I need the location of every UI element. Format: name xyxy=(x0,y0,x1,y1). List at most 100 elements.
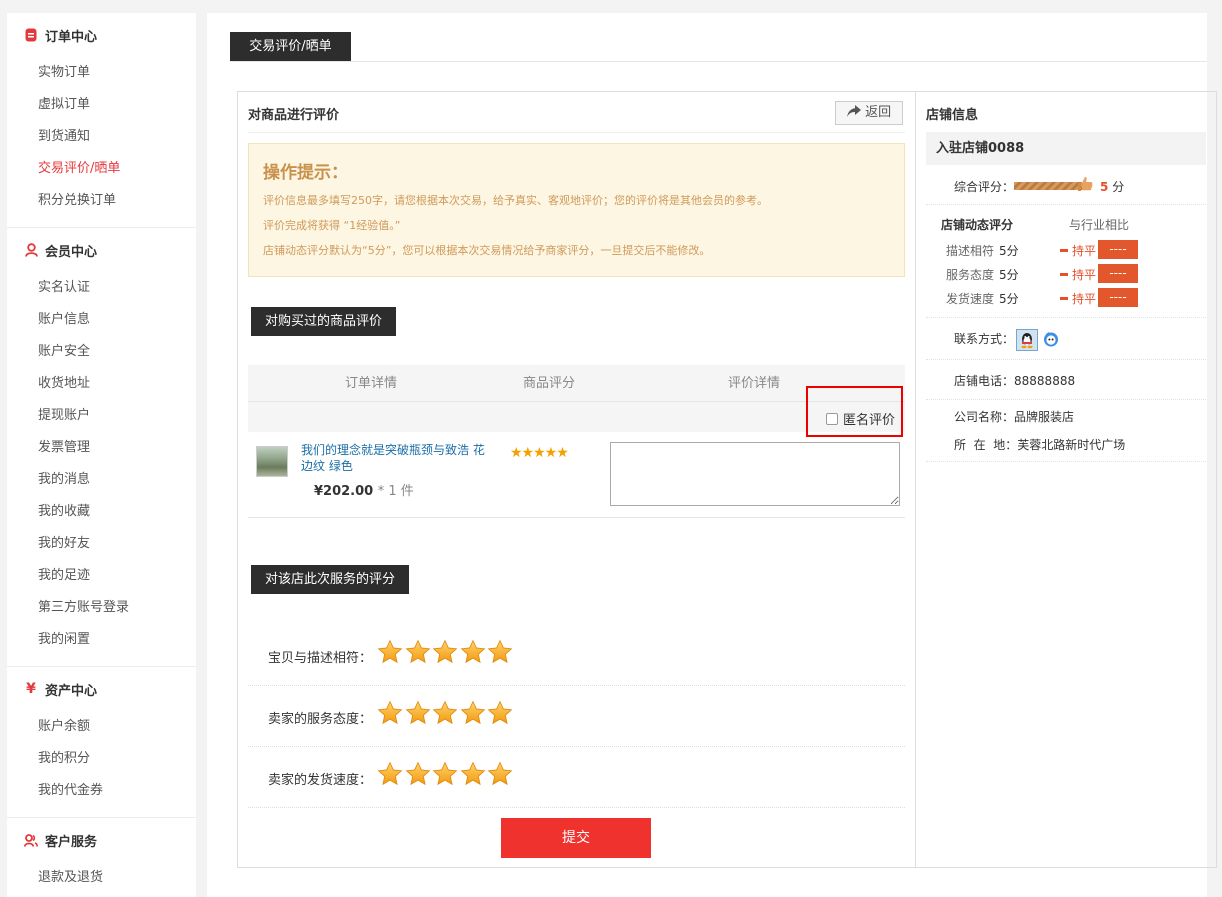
star-icon[interactable] xyxy=(377,761,404,788)
store-info-panel: 店铺信息 入驻店铺0088 综合评分： 5 分 店铺动态评分 与行业相比 描述相… xyxy=(916,92,1216,867)
star-icon[interactable] xyxy=(432,761,459,788)
contact-label: 联系方式： xyxy=(954,332,1015,346)
sidebar-item-invoice[interactable]: 发票管理 xyxy=(7,432,196,464)
company-row: 公司名称：品牌服装店 xyxy=(954,408,1074,425)
phone-label: 店铺电话： xyxy=(954,374,1015,388)
trend-badge: ---- xyxy=(1098,264,1138,283)
sidebar-item-refund[interactable]: 退款及退货 xyxy=(7,862,196,894)
star-icon[interactable] xyxy=(487,700,514,727)
star-icon[interactable] xyxy=(487,761,514,788)
sidebar-item-points[interactable]: 我的积分 xyxy=(7,743,196,775)
divider xyxy=(926,204,1206,205)
trend-dash-icon xyxy=(1060,273,1068,276)
sidebar: 订单中心 实物订单 虚拟订单 到货通知 交易评价/晒单 积分兑换订单 会员中心 … xyxy=(7,13,196,897)
industry-compare-label: 与行业相比 xyxy=(1069,218,1130,232)
sidebar-item-friends[interactable]: 我的好友 xyxy=(7,528,196,560)
sidebar-item-footprints[interactable]: 我的足迹 xyxy=(7,560,196,592)
star-icon[interactable] xyxy=(377,700,404,727)
sidebar-group-title: ¥ 资产中心 xyxy=(7,667,196,711)
order-icon xyxy=(24,28,38,42)
sidebar-item-realname[interactable]: 实名认证 xyxy=(7,272,196,304)
dynamic-row-score: 5分 xyxy=(999,244,1019,258)
rating-row-service: 卖家的服务态度： xyxy=(248,686,905,747)
dynamic-row-label: 发货速度 xyxy=(946,292,995,306)
star-icon[interactable] xyxy=(460,700,487,727)
star-icon[interactable] xyxy=(432,639,459,666)
sidebar-group-member: 会员中心 实名认证 账户信息 账户安全 收货地址 提现账户 发票管理 我的消息 … xyxy=(7,228,196,667)
sidebar-group-service: 客户服务 退款及退货 xyxy=(7,818,196,897)
divider xyxy=(230,61,1207,62)
submit-button[interactable]: 提交 xyxy=(501,818,651,858)
sidebar-item-reviews[interactable]: 交易评价/晒单 xyxy=(7,153,196,185)
star-icon[interactable] xyxy=(487,639,514,666)
star-icon[interactable] xyxy=(377,639,404,666)
qq-icon[interactable] xyxy=(1016,329,1038,351)
product-row: 我们的理念就是突破瓶颈与致浩 花边纹 绿色 ¥202.00 * 1 件 ★★★★… xyxy=(248,432,905,518)
star-icon[interactable] xyxy=(432,700,459,727)
rating-label: 卖家的服务态度： xyxy=(268,712,373,727)
divider xyxy=(926,399,1206,400)
trend-dash-icon xyxy=(1060,249,1068,252)
sidebar-item-points-orders[interactable]: 积分兑换订单 xyxy=(7,185,196,217)
sidebar-group-label: 资产中心 xyxy=(45,683,98,699)
sidebar-item-third-party-login[interactable]: 第三方账号登录 xyxy=(7,592,196,624)
rating-label: 宝贝与描述相符： xyxy=(268,651,373,666)
dynamic-row-label: 服务态度 xyxy=(946,268,995,282)
dynamic-score-label: 店铺动态评分 xyxy=(941,218,1014,232)
star-icon[interactable] xyxy=(405,639,432,666)
rating-stars[interactable] xyxy=(377,761,515,788)
dynamic-row-score: 5分 xyxy=(999,292,1019,306)
review-title: 对商品进行评价 xyxy=(248,108,340,123)
product-rating-stars[interactable]: ★★★★★ xyxy=(510,445,569,461)
rating-label: 卖家的发货速度： xyxy=(268,773,373,788)
yen-icon: ¥ xyxy=(26,681,36,697)
rating-stars[interactable] xyxy=(377,700,515,727)
company-value: 品牌服装店 xyxy=(1014,410,1075,424)
share-arrow-icon xyxy=(846,105,865,120)
overall-score-unit: 分 xyxy=(1112,180,1125,194)
trend-label: 持平 xyxy=(1072,268,1097,282)
phone-value: 88888888 xyxy=(1014,374,1076,388)
sidebar-item-virtual-orders[interactable]: 虚拟订单 xyxy=(7,89,196,121)
trend-label: 持平 xyxy=(1072,292,1097,306)
sidebar-item-account-info[interactable]: 账户信息 xyxy=(7,304,196,336)
back-button-label: 返回 xyxy=(865,105,892,120)
dynamic-row-label: 描述相符 xyxy=(946,244,995,258)
sidebar-group-label: 客户服务 xyxy=(45,834,98,850)
sidebar-item-arrival-notice[interactable]: 到货通知 xyxy=(7,121,196,153)
wangwang-icon[interactable] xyxy=(1043,331,1059,347)
back-button[interactable]: 返回 xyxy=(835,101,903,125)
sidebar-item-physical-orders[interactable]: 实物订单 xyxy=(7,57,196,89)
rating-stars[interactable] xyxy=(377,639,515,666)
sidebar-group-label: 订单中心 xyxy=(45,29,98,45)
star-icon[interactable] xyxy=(460,639,487,666)
star-icon[interactable] xyxy=(460,761,487,788)
sidebar-group-label: 会员中心 xyxy=(45,244,98,260)
header-goods-rating: 商品评分 xyxy=(523,376,576,391)
score-bar xyxy=(1014,182,1082,190)
star-icon[interactable] xyxy=(405,761,432,788)
review-column: 对商品进行评价 返回 操作提示： 评价信息最多填写250字，请您根据本次交易，给… xyxy=(238,92,916,867)
page-tab[interactable]: 交易评价/晒单 xyxy=(230,32,351,61)
sidebar-item-account-security[interactable]: 账户安全 xyxy=(7,336,196,368)
sidebar-item-balance[interactable]: 账户余额 xyxy=(7,711,196,743)
trend-badge: ---- xyxy=(1098,288,1138,307)
tip-line: 评价完成将获得 “1经验值。” xyxy=(263,219,401,232)
review-textarea[interactable] xyxy=(610,442,900,506)
product-thumbnail[interactable] xyxy=(256,446,288,477)
store-name[interactable]: 入驻店铺0088 xyxy=(926,132,1206,165)
sidebar-item-idle[interactable]: 我的闲置 xyxy=(7,624,196,656)
trend-label: 持平 xyxy=(1072,244,1097,258)
sidebar-item-withdraw-account[interactable]: 提现账户 xyxy=(7,400,196,432)
sidebar-item-vouchers[interactable]: 我的代金券 xyxy=(7,775,196,807)
operation-tip: 操作提示： 评价信息最多填写250字，请您根据本次交易，给予真实、客观地评价；您… xyxy=(248,143,905,277)
dynamic-row-score: 5分 xyxy=(999,268,1019,282)
star-icon[interactable] xyxy=(405,700,432,727)
overall-score-value: 5 xyxy=(1100,180,1109,194)
product-name-link[interactable]: 我们的理念就是突破瓶颈与致浩 花边纹 绿色 xyxy=(301,442,491,474)
header-order-detail: 订单详情 xyxy=(345,376,398,391)
sidebar-item-messages[interactable]: 我的消息 xyxy=(7,464,196,496)
tip-line: 评价信息最多填写250字，请您根据本次交易，给予真实、客观地评价；您的评价将是其… xyxy=(263,194,768,207)
sidebar-item-address[interactable]: 收货地址 xyxy=(7,368,196,400)
sidebar-item-favorites[interactable]: 我的收藏 xyxy=(7,496,196,528)
